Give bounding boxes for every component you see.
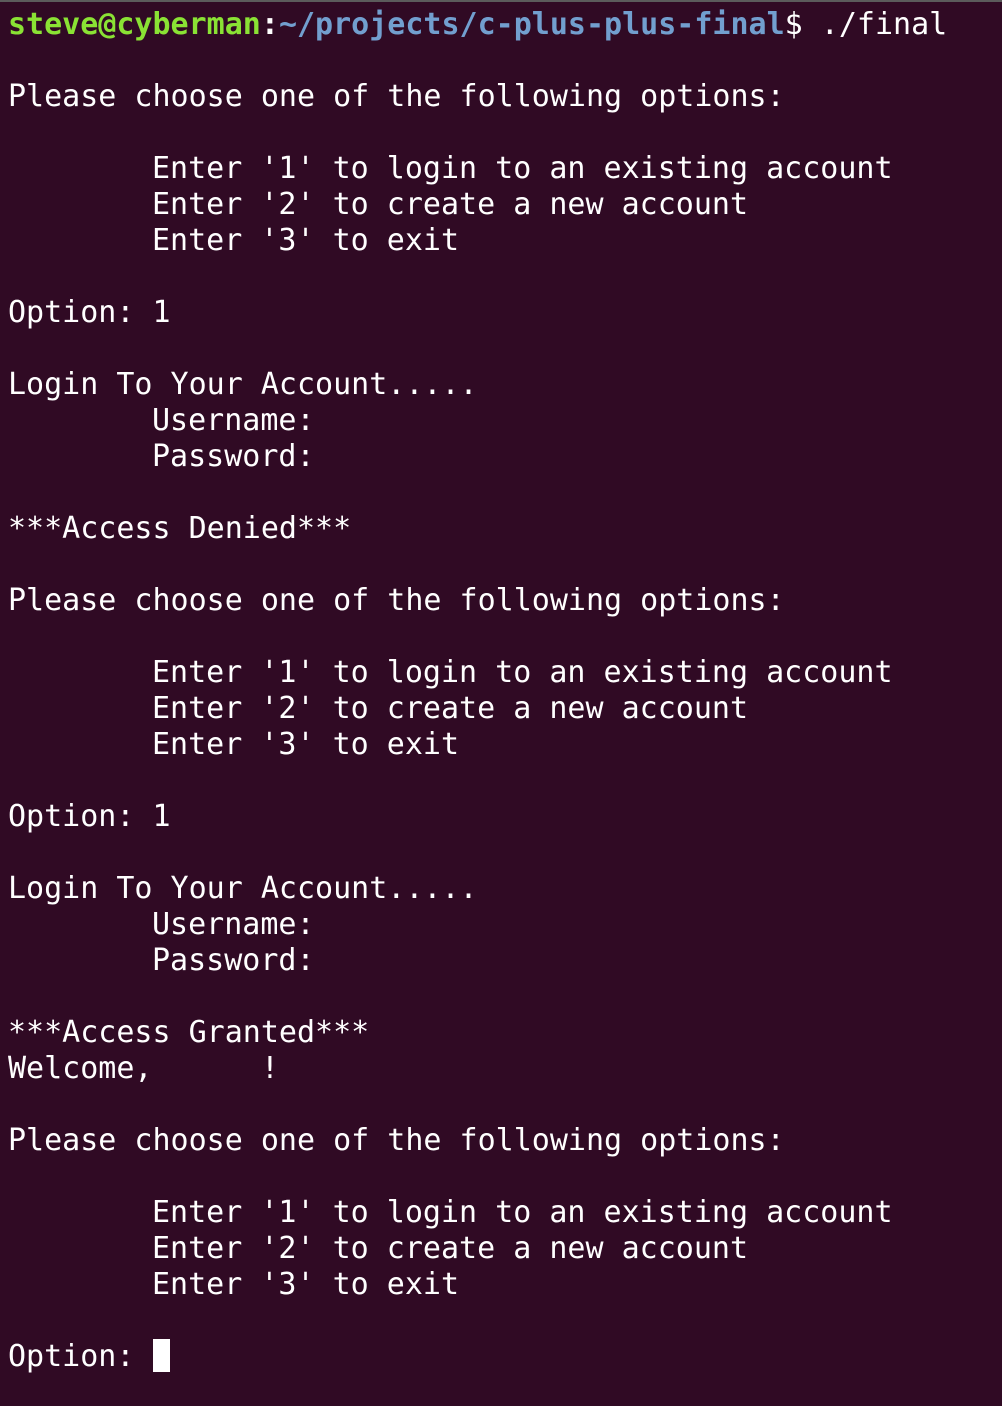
menu-option-3: Enter '3' to exit [152, 223, 460, 258]
menu-option-1: Enter '1' to login to an existing accoun… [152, 151, 893, 186]
menu-option-3: Enter '3' to exit [152, 727, 460, 762]
login-title: Login To Your Account..... [8, 871, 478, 906]
login-title: Login To Your Account..... [8, 367, 478, 402]
prompt-symbol: $ [784, 7, 821, 42]
prompt-command: ./final [820, 7, 948, 42]
username-prompt: Username: [152, 907, 315, 942]
menu-option-1: Enter '1' to login to an existing accoun… [152, 1195, 893, 1230]
text-cursor[interactable] [152, 1339, 170, 1372]
menu-option-2: Enter '2' to create a new account [152, 691, 749, 726]
menu-header: Please choose one of the following optio… [8, 79, 785, 114]
option-entry: Option: 1 [8, 295, 171, 330]
prompt-user-host: steve@cyberman [8, 7, 261, 42]
prompt-path: ~/projects/c-plus-plus-final [278, 7, 785, 42]
menu-option-3: Enter '3' to exit [152, 1267, 460, 1302]
username-prompt: Username: [152, 403, 315, 438]
menu-header: Please choose one of the following optio… [8, 1123, 785, 1158]
password-prompt: Password: [152, 439, 315, 474]
menu-option-2: Enter '2' to create a new account [152, 187, 749, 222]
menu-header: Please choose one of the following optio… [8, 583, 785, 618]
option-input-line[interactable]: Option: [8, 1339, 1002, 1375]
menu-option-1: Enter '1' to login to an existing accoun… [152, 655, 893, 690]
option-input-label: Option: [8, 1339, 153, 1374]
prompt-separator: : [260, 7, 279, 42]
terminal-window[interactable]: steve@cyberman:~/projects/c-plus-plus-fi… [0, 0, 1002, 1406]
password-prompt: Password: [152, 943, 315, 978]
menu-option-2: Enter '2' to create a new account [152, 1231, 749, 1266]
welcome-message: Welcome, ! [8, 1051, 279, 1086]
access-denied-message: ***Access Denied*** [8, 511, 352, 546]
option-entry: Option: 1 [8, 799, 171, 834]
access-granted-message: ***Access Granted*** [8, 1015, 370, 1050]
shell-prompt-line: steve@cyberman:~/projects/c-plus-plus-fi… [8, 7, 1002, 43]
